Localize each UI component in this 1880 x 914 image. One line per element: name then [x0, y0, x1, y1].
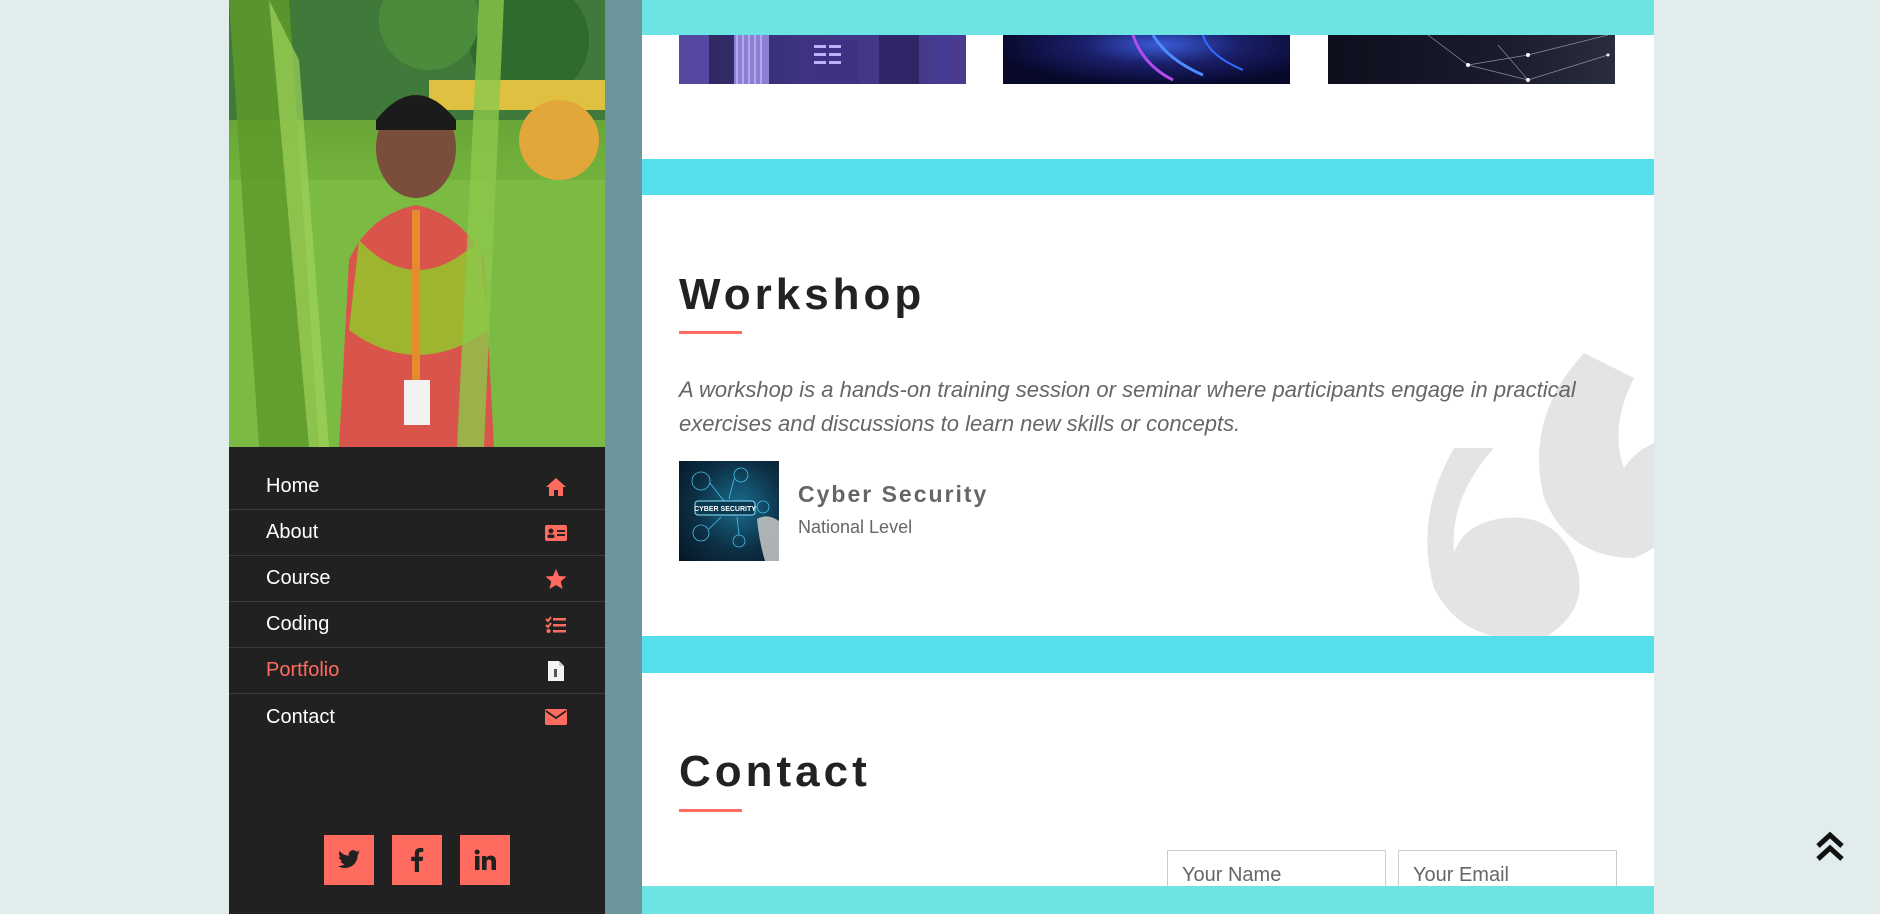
sidebar-nav: Home About Course Coding Portfolio Conta…: [229, 464, 605, 740]
twitter-icon: [338, 850, 360, 869]
nav-item-coding[interactable]: Coding: [229, 602, 605, 648]
scroll-to-top-button[interactable]: [1812, 828, 1848, 864]
contact-title: Contact: [679, 747, 871, 796]
name-input[interactable]: [1167, 850, 1386, 890]
star-icon: [544, 568, 568, 590]
double-chevron-up-icon: [1816, 831, 1844, 861]
id-card-icon: [544, 522, 568, 544]
nav-item-course[interactable]: Course: [229, 556, 605, 602]
nav-label: Home: [266, 475, 320, 497]
linkedin-button[interactable]: [460, 835, 510, 885]
section-divider: [642, 886, 1654, 914]
facebook-icon: [411, 848, 424, 872]
title-underline: [679, 331, 742, 334]
sidebar: Home About Course Coding Portfolio Conta…: [229, 0, 605, 914]
email-input[interactable]: [1398, 850, 1617, 890]
sidebar-edge-strip: [605, 0, 642, 914]
nav-item-home[interactable]: Home: [229, 464, 605, 510]
file-icon: [544, 660, 568, 682]
title-underline: [679, 809, 742, 812]
nav-label: Portfolio: [266, 659, 340, 681]
workshop-title: Workshop: [679, 270, 926, 319]
home-icon: [544, 476, 568, 498]
tasks-icon: [544, 614, 568, 636]
workshop-description: A workshop is a hands-on training sessio…: [679, 377, 1576, 436]
linkedin-icon: [474, 849, 496, 870]
envelope-icon: [544, 706, 568, 728]
cyber-security-image-text: CYBER SECURITY: [694, 506, 756, 513]
main-content: Workshop A workshop is a hands-on traini…: [642, 0, 1654, 914]
nav-label: Contact: [266, 705, 335, 728]
nav-item-about[interactable]: About: [229, 510, 605, 556]
section-divider: [642, 159, 1654, 195]
workshop-item-subtitle: National Level: [798, 517, 913, 537]
profile-photo: [229, 0, 605, 447]
twitter-button[interactable]: [324, 835, 374, 885]
nav-item-portfolio[interactable]: Portfolio: [229, 648, 605, 694]
nav-item-contact[interactable]: Contact: [229, 694, 605, 740]
nav-label: About: [266, 521, 319, 543]
social-links: [229, 835, 605, 885]
cyber-security-image[interactable]: CYBER SECURITY: [679, 461, 779, 561]
portfolio-thumbnail[interactable]: [1003, 35, 1290, 84]
section-divider: [642, 0, 1654, 35]
portfolio-thumbnail[interactable]: [1328, 35, 1615, 84]
nav-label: Course: [266, 567, 331, 589]
facebook-button[interactable]: [392, 835, 442, 885]
workshop-item-title: Cyber Security: [798, 481, 989, 507]
section-divider: [642, 636, 1654, 673]
nav-label: Coding: [266, 613, 330, 635]
portfolio-thumbnail[interactable]: [679, 35, 966, 84]
